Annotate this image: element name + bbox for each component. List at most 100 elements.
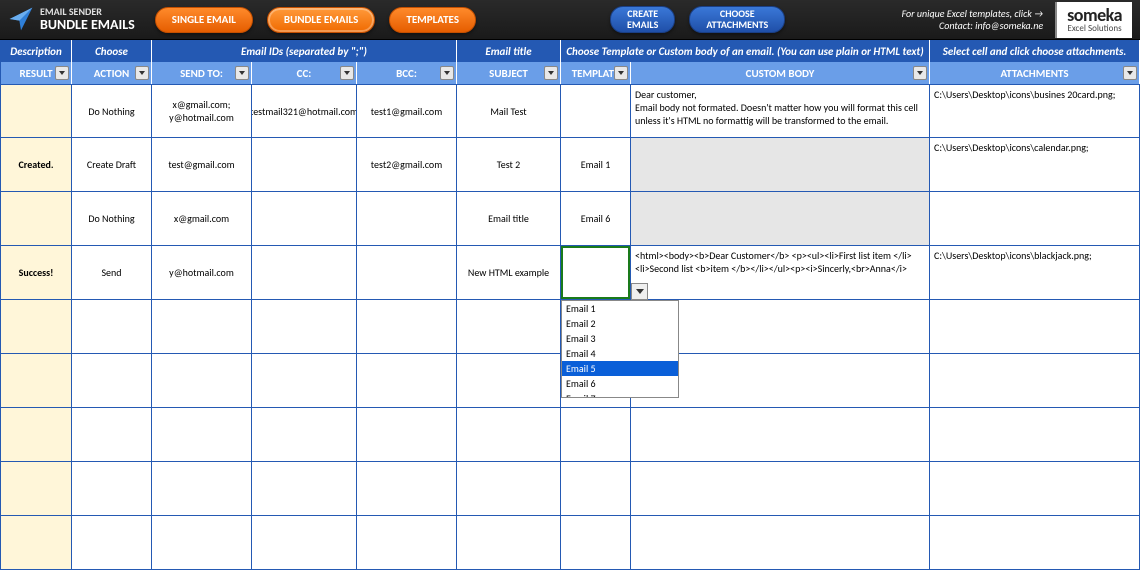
col-subject[interactable]: SUBJECT bbox=[457, 62, 561, 84]
cell[interactable] bbox=[457, 300, 561, 354]
col-cc[interactable]: CC: bbox=[252, 62, 357, 84]
dropdown-item[interactable]: Email 1 bbox=[562, 301, 678, 316]
result-cell[interactable]: Success! bbox=[0, 246, 72, 300]
filter-icon[interactable] bbox=[544, 66, 558, 80]
cell[interactable]: test1@gmail.com bbox=[357, 84, 457, 138]
cell[interactable]: New HTML example bbox=[457, 246, 561, 300]
col-attachments[interactable]: ATTACHMENTS bbox=[930, 62, 1140, 84]
result-cell[interactable] bbox=[0, 192, 72, 246]
attachments-cell[interactable]: C:\Users\Desktop\icons\blackjack.png; bbox=[930, 246, 1140, 300]
cell[interactable] bbox=[72, 354, 152, 408]
template-dropdown[interactable]: Email 1Email 2Email 3Email 4Email 5Email… bbox=[561, 300, 679, 398]
attachments-cell[interactable] bbox=[930, 516, 1140, 570]
result-cell[interactable] bbox=[0, 408, 72, 462]
cell[interactable] bbox=[152, 462, 252, 516]
custom-body-cell[interactable]: <html><body><b>Dear Customer</b> <p><ul>… bbox=[631, 246, 930, 300]
cell[interactable] bbox=[357, 462, 457, 516]
cell[interactable]: Do Nothing bbox=[72, 84, 152, 138]
filter-icon[interactable] bbox=[135, 66, 149, 80]
filter-icon[interactable] bbox=[913, 66, 927, 80]
attachments-cell[interactable]: C:\Users\Desktop\icons\calendar.png; bbox=[930, 138, 1140, 192]
dropdown-item[interactable]: Email 6 bbox=[562, 376, 678, 391]
cell[interactable]: test2@gmail.com bbox=[357, 138, 457, 192]
cell[interactable] bbox=[152, 300, 252, 354]
cell[interactable] bbox=[252, 246, 357, 300]
cell[interactable] bbox=[561, 84, 631, 138]
cell[interactable]: Test 2 bbox=[457, 138, 561, 192]
cell[interactable] bbox=[72, 462, 152, 516]
attachments-cell[interactable] bbox=[930, 300, 1140, 354]
cell[interactable] bbox=[252, 516, 357, 570]
templates-button[interactable]: TEMPLATES bbox=[389, 7, 476, 33]
attachments-cell[interactable]: C:\Users\Desktop\icons\busines 20card.pn… bbox=[930, 84, 1140, 138]
cell[interactable]: Mail Test bbox=[457, 84, 561, 138]
filter-icon[interactable] bbox=[235, 66, 249, 80]
attachments-cell[interactable] bbox=[930, 354, 1140, 408]
cell[interactable] bbox=[357, 354, 457, 408]
custom-body-cell[interactable] bbox=[631, 408, 930, 462]
col-template[interactable]: TEMPLATE bbox=[561, 62, 631, 84]
filter-icon[interactable] bbox=[340, 66, 354, 80]
col-result[interactable]: RESULT bbox=[0, 62, 72, 84]
someka-badge[interactable]: someka Excel Solutions bbox=[1055, 2, 1132, 38]
cell[interactable]: x@gmail.com bbox=[152, 192, 252, 246]
result-cell[interactable]: Created. bbox=[0, 138, 72, 192]
filter-icon[interactable] bbox=[55, 66, 69, 80]
col-sendto[interactable]: SEND TO: bbox=[152, 62, 252, 84]
custom-body-cell[interactable] bbox=[631, 516, 930, 570]
cell[interactable]: x@gmail.com; y@hotmail.com bbox=[152, 84, 252, 138]
cell[interactable]: testmail321@hotmail.com bbox=[252, 84, 357, 138]
cell[interactable]: Do Nothing bbox=[72, 192, 152, 246]
cell[interactable]: Send bbox=[72, 246, 152, 300]
result-cell[interactable] bbox=[0, 84, 72, 138]
col-body[interactable]: CUSTOM BODY bbox=[631, 62, 930, 84]
dropdown-item[interactable]: Email 3 bbox=[562, 331, 678, 346]
cell[interactable] bbox=[561, 408, 631, 462]
cell[interactable] bbox=[152, 408, 252, 462]
col-action[interactable]: ACTION bbox=[72, 62, 152, 84]
cell[interactable] bbox=[561, 462, 631, 516]
single-email-button[interactable]: SINGLE EMAIL bbox=[155, 7, 253, 33]
cell[interactable]: Email title bbox=[457, 192, 561, 246]
cell[interactable] bbox=[357, 246, 457, 300]
cell[interactable]: test@gmail.com bbox=[152, 138, 252, 192]
attachments-cell[interactable] bbox=[930, 192, 1140, 246]
bundle-emails-button[interactable]: BUNDLE EMAILS bbox=[267, 7, 375, 33]
filter-icon[interactable] bbox=[440, 66, 454, 80]
cell[interactable] bbox=[72, 516, 152, 570]
cell[interactable] bbox=[252, 408, 357, 462]
cell[interactable] bbox=[457, 408, 561, 462]
template-cell-selected[interactable]: Email 1Email 2Email 3Email 4Email 5Email… bbox=[561, 246, 631, 300]
result-cell[interactable] bbox=[0, 462, 72, 516]
cell[interactable] bbox=[152, 516, 252, 570]
cell[interactable] bbox=[252, 354, 357, 408]
custom-body-cell[interactable] bbox=[631, 192, 930, 246]
choose-attachments-button[interactable]: CHOOSE ATTACHMENTS bbox=[689, 6, 785, 33]
cell[interactable] bbox=[252, 192, 357, 246]
cell[interactable]: y@hotmail.com bbox=[152, 246, 252, 300]
create-emails-button[interactable]: CREATE EMAILS bbox=[610, 6, 675, 33]
dropdown-item[interactable]: Email 4 bbox=[562, 346, 678, 361]
cell[interactable] bbox=[457, 516, 561, 570]
cell[interactable] bbox=[72, 408, 152, 462]
dropdown-item[interactable]: Email 2 bbox=[562, 316, 678, 331]
custom-body-cell[interactable]: Dear customer, Email body not formated. … bbox=[631, 84, 930, 138]
attachments-cell[interactable] bbox=[930, 408, 1140, 462]
cell[interactable] bbox=[561, 516, 631, 570]
cell[interactable] bbox=[252, 300, 357, 354]
dropdown-item[interactable]: Email 5 bbox=[562, 361, 678, 376]
cell[interactable] bbox=[252, 462, 357, 516]
cell[interactable] bbox=[357, 300, 457, 354]
cell[interactable] bbox=[357, 516, 457, 570]
filter-icon[interactable] bbox=[1123, 66, 1137, 80]
cell[interactable] bbox=[152, 354, 252, 408]
cell[interactable]: Create Draft bbox=[72, 138, 152, 192]
result-cell[interactable] bbox=[0, 300, 72, 354]
cell[interactable] bbox=[72, 300, 152, 354]
attachments-cell[interactable] bbox=[930, 462, 1140, 516]
cell[interactable] bbox=[252, 138, 357, 192]
cell[interactable]: Email 6 bbox=[561, 192, 631, 246]
cell[interactable] bbox=[357, 192, 457, 246]
cell-dropdown-button[interactable] bbox=[631, 283, 648, 300]
filter-icon[interactable] bbox=[614, 66, 628, 80]
